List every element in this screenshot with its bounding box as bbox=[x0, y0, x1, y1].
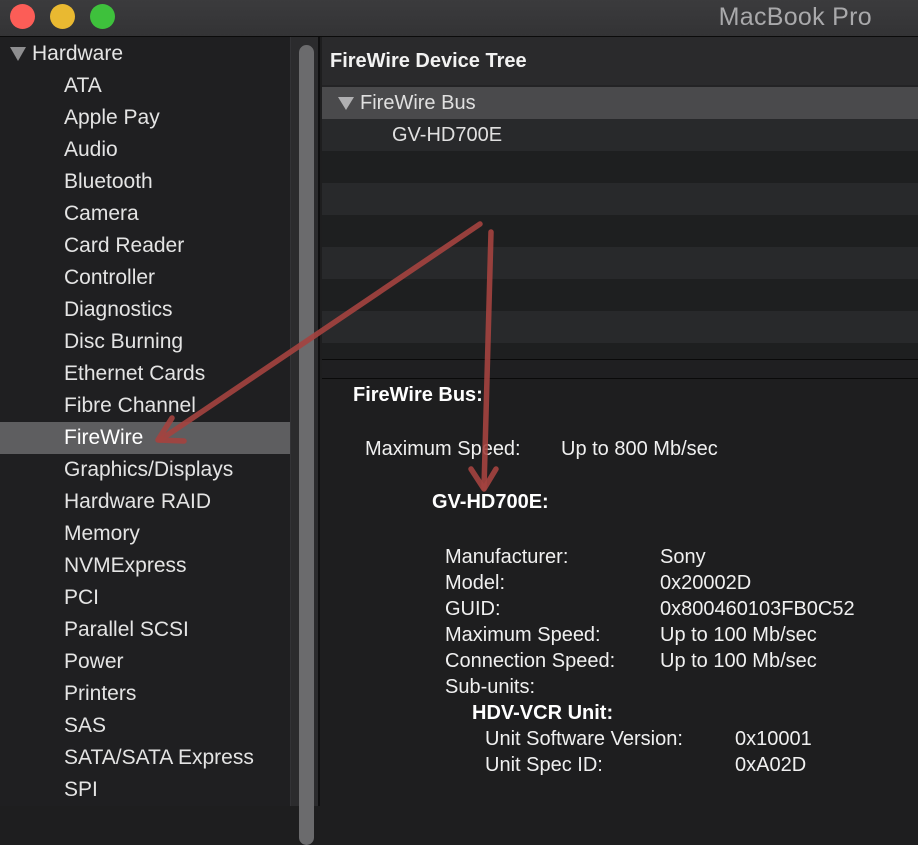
sidebar-item-apple-pay[interactable]: Apple Pay bbox=[0, 102, 290, 134]
field-label: Model: bbox=[445, 572, 506, 594]
tree-row-empty bbox=[322, 183, 918, 215]
field-value: Sony bbox=[660, 546, 706, 568]
tree-row-empty bbox=[322, 247, 918, 279]
sidebar-item-label: PCI bbox=[64, 586, 100, 609]
sidebar-item-parallel-scsi[interactable]: Parallel SCSI bbox=[0, 614, 290, 646]
minimize-window-button[interactable] bbox=[50, 4, 75, 29]
sidebar-item-label: SPI bbox=[64, 778, 98, 801]
field-label: Manufacturer: bbox=[445, 546, 569, 568]
window-title: MacBook Pro bbox=[718, 3, 872, 31]
bus-max-speed-value: Up to 800 Mb/sec bbox=[561, 438, 718, 460]
sidebar-item-firewire[interactable]: FireWire bbox=[0, 422, 290, 454]
sidebar-item-label: SAS bbox=[64, 714, 107, 737]
sidebar-group-label: Hardware bbox=[32, 42, 124, 65]
title-bar: MacBook Pro bbox=[0, 0, 918, 37]
device-tree-pane: FireWire Device Tree FireWire Bus GV-HD7… bbox=[322, 37, 918, 359]
zoom-window-button[interactable] bbox=[90, 4, 115, 29]
tree-row-label: FireWire Bus bbox=[360, 92, 476, 114]
sidebar-item-label: Graphics/Displays bbox=[64, 458, 234, 481]
tree-row-label: GV-HD700E bbox=[392, 124, 503, 146]
sidebar-item-label: Power bbox=[64, 650, 124, 673]
sidebar-item-pci[interactable]: PCI bbox=[0, 582, 290, 614]
sidebar: Hardware ATA Apple Pay Audio Bluetooth C… bbox=[0, 37, 290, 806]
sidebar-item-ethernet-cards[interactable]: Ethernet Cards bbox=[0, 358, 290, 390]
field-label: Maximum Speed: bbox=[445, 624, 601, 646]
tree-row-empty bbox=[322, 279, 918, 311]
device-heading: GV-HD700E: bbox=[432, 491, 549, 513]
sidebar-item-label: Controller bbox=[64, 266, 156, 289]
sidebar-item-label: Card Reader bbox=[64, 234, 185, 257]
field-value: Up to 100 Mb/sec bbox=[660, 624, 817, 646]
subunit-field-value: 0xA02D bbox=[735, 754, 807, 776]
disclosure-triangle-icon[interactable] bbox=[10, 47, 26, 61]
subunit-field-label: Unit Spec ID: bbox=[485, 754, 603, 776]
sidebar-item-label: NVMExpress bbox=[64, 554, 187, 577]
field-value: Up to 100 Mb/sec bbox=[660, 650, 817, 672]
sidebar-item-spi[interactable]: SPI bbox=[0, 774, 290, 806]
sidebar-item-label: Hardware RAID bbox=[64, 490, 212, 513]
sidebar-item-sas[interactable]: SAS bbox=[0, 710, 290, 742]
sidebar-item-label: Diagnostics bbox=[64, 298, 173, 321]
tree-row-empty bbox=[322, 311, 918, 343]
sidebar-item-sata[interactable]: SATA/SATA Express bbox=[0, 742, 290, 774]
field-value: 0x20002D bbox=[660, 572, 752, 594]
sidebar-item-label: Apple Pay bbox=[64, 106, 160, 129]
field-label: Connection Speed: bbox=[445, 650, 616, 672]
split-view-divider[interactable] bbox=[322, 359, 918, 379]
tree-row-empty bbox=[322, 151, 918, 183]
detail-pane: FireWire Bus: Maximum Speed: Up to 800 M… bbox=[322, 379, 918, 806]
sidebar-item-disc-burning[interactable]: Disc Burning bbox=[0, 326, 290, 358]
sidebar-item-label: Parallel SCSI bbox=[64, 618, 189, 641]
sidebar-item-label: Memory bbox=[64, 522, 140, 545]
sidebar-item-fibre-channel[interactable]: Fibre Channel bbox=[0, 390, 290, 422]
field-value: 0x800460103FB0C52 bbox=[660, 598, 855, 620]
sidebar-item-label: Disc Burning bbox=[64, 330, 184, 353]
sidebar-item-diagnostics[interactable]: Diagnostics bbox=[0, 294, 290, 326]
sidebar-item-camera[interactable]: Camera bbox=[0, 198, 290, 230]
bus-max-speed-label: Maximum Speed: bbox=[365, 438, 521, 460]
sidebar-item-ata[interactable]: ATA bbox=[0, 70, 290, 102]
bus-heading: FireWire Bus: bbox=[353, 384, 483, 406]
sidebar-item-label: FireWire bbox=[64, 426, 144, 449]
sidebar-item-power[interactable]: Power bbox=[0, 646, 290, 678]
sidebar-item-label: SATA/SATA Express bbox=[64, 746, 254, 769]
sidebar-item-label: Fibre Channel bbox=[64, 394, 196, 417]
tree-row-empty bbox=[322, 343, 918, 359]
device-tree-header: FireWire Device Tree bbox=[322, 37, 918, 85]
sidebar-item-label: ATA bbox=[64, 74, 102, 97]
tree-row-empty bbox=[322, 215, 918, 247]
subunit-field-label: Unit Software Version: bbox=[485, 728, 683, 750]
sidebar-item-label: Ethernet Cards bbox=[64, 362, 206, 385]
sidebar-item-card-reader[interactable]: Card Reader bbox=[0, 230, 290, 262]
sidebar-item-bluetooth[interactable]: Bluetooth bbox=[0, 166, 290, 198]
device-tree-title: FireWire Device Tree bbox=[330, 50, 527, 72]
sidebar-item-graphics-displays[interactable]: Graphics/Displays bbox=[0, 454, 290, 486]
sidebar-item-label: Bluetooth bbox=[64, 170, 153, 193]
subunit-heading: HDV-VCR Unit: bbox=[472, 702, 614, 724]
sidebar-item-hardware-raid[interactable]: Hardware RAID bbox=[0, 486, 290, 518]
sidebar-item-printers[interactable]: Printers bbox=[0, 678, 290, 710]
sidebar-item-label: Camera bbox=[64, 202, 139, 225]
tree-row-firewire-bus[interactable]: FireWire Bus bbox=[322, 87, 918, 119]
sidebar-scroll-thumb[interactable] bbox=[299, 45, 314, 845]
sidebar-item-label: Audio bbox=[64, 138, 118, 161]
disclosure-triangle-icon[interactable] bbox=[338, 97, 354, 110]
sidebar-item-controller[interactable]: Controller bbox=[0, 262, 290, 294]
sidebar-item-nvmexpress[interactable]: NVMExpress bbox=[0, 550, 290, 582]
sidebar-item-memory[interactable]: Memory bbox=[0, 518, 290, 550]
sidebar-item-label: Printers bbox=[64, 682, 137, 705]
sidebar-item-audio[interactable]: Audio bbox=[0, 134, 290, 166]
close-window-button[interactable] bbox=[10, 4, 35, 29]
sidebar-scrollbar[interactable] bbox=[290, 37, 320, 845]
field-label: GUID: bbox=[445, 598, 501, 620]
tree-row-device[interactable]: GV-HD700E bbox=[322, 119, 918, 151]
subunit-field-value: 0x10001 bbox=[735, 728, 812, 750]
sidebar-group-hardware[interactable]: Hardware bbox=[0, 38, 290, 70]
field-label: Sub-units: bbox=[445, 676, 536, 698]
